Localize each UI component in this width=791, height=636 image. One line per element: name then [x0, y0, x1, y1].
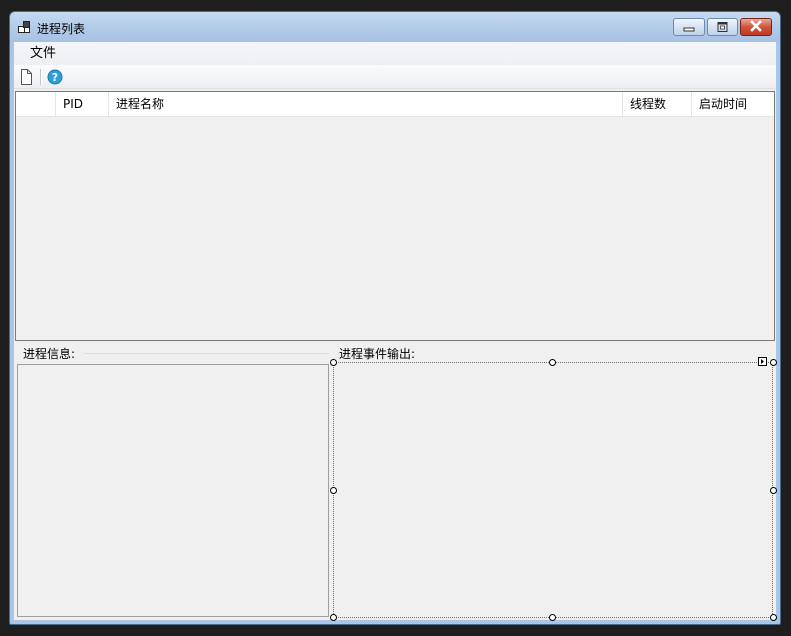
- maximize-icon: [717, 22, 728, 32]
- resize-handle-middle-left[interactable]: [330, 487, 337, 494]
- resize-handle-middle-right[interactable]: [770, 487, 777, 494]
- svg-text:?: ?: [52, 71, 58, 84]
- resize-handle-top-left[interactable]: [330, 359, 337, 366]
- client-area: 文件 ? PID 进程名称 线程数 启动时间 进程信息: 进程事件输出:: [14, 42, 777, 621]
- close-icon: [750, 20, 762, 32]
- resize-handle-bottom-left[interactable]: [330, 614, 337, 621]
- window-app-icon: [18, 21, 30, 33]
- help-icon: ?: [47, 69, 63, 85]
- menu-file[interactable]: 文件: [22, 42, 64, 65]
- resize-handle-top-center[interactable]: [549, 359, 556, 366]
- process-info-box[interactable]: [17, 364, 329, 617]
- new-button[interactable]: [17, 68, 35, 86]
- resize-handle-bottom-center[interactable]: [549, 614, 556, 621]
- menu-bar: 文件: [14, 42, 776, 65]
- minimize-icon: [683, 27, 695, 32]
- new-document-icon: [21, 69, 32, 85]
- smart-tag-arrow-icon[interactable]: [758, 357, 767, 366]
- resize-handle-top-right[interactable]: [770, 359, 777, 366]
- toolbar-separator: [40, 69, 42, 85]
- process-list-header: PID 进程名称 线程数 启动时间: [16, 92, 774, 117]
- help-button[interactable]: ?: [46, 68, 64, 86]
- column-header-thread-count[interactable]: 线程数: [623, 92, 692, 116]
- process-info-group-line: [84, 353, 329, 354]
- minimize-button[interactable]: [673, 18, 705, 36]
- column-header-blank[interactable]: [16, 92, 56, 116]
- resize-handle-bottom-right[interactable]: [770, 614, 777, 621]
- column-header-pid[interactable]: PID: [56, 92, 109, 116]
- maximize-button[interactable]: [707, 18, 738, 36]
- window-title: 进程列表: [37, 22, 86, 36]
- process-info-label: 进程信息:: [23, 345, 79, 362]
- event-output-box[interactable]: [333, 362, 773, 618]
- close-button[interactable]: [740, 18, 772, 36]
- title-bar[interactable]: 进程列表: [10, 12, 780, 42]
- toolbar: ?: [14, 65, 776, 89]
- column-header-process-name[interactable]: 进程名称: [109, 92, 623, 116]
- column-header-start-time[interactable]: 启动时间: [692, 92, 774, 116]
- main-window: 进程列表 文件 ? PID 进程名称 线程数 启动时间 进程信息: 进程事件输出…: [9, 11, 781, 625]
- event-output-label: 进程事件输出:: [339, 345, 419, 362]
- process-list-view[interactable]: PID 进程名称 线程数 启动时间: [15, 91, 775, 341]
